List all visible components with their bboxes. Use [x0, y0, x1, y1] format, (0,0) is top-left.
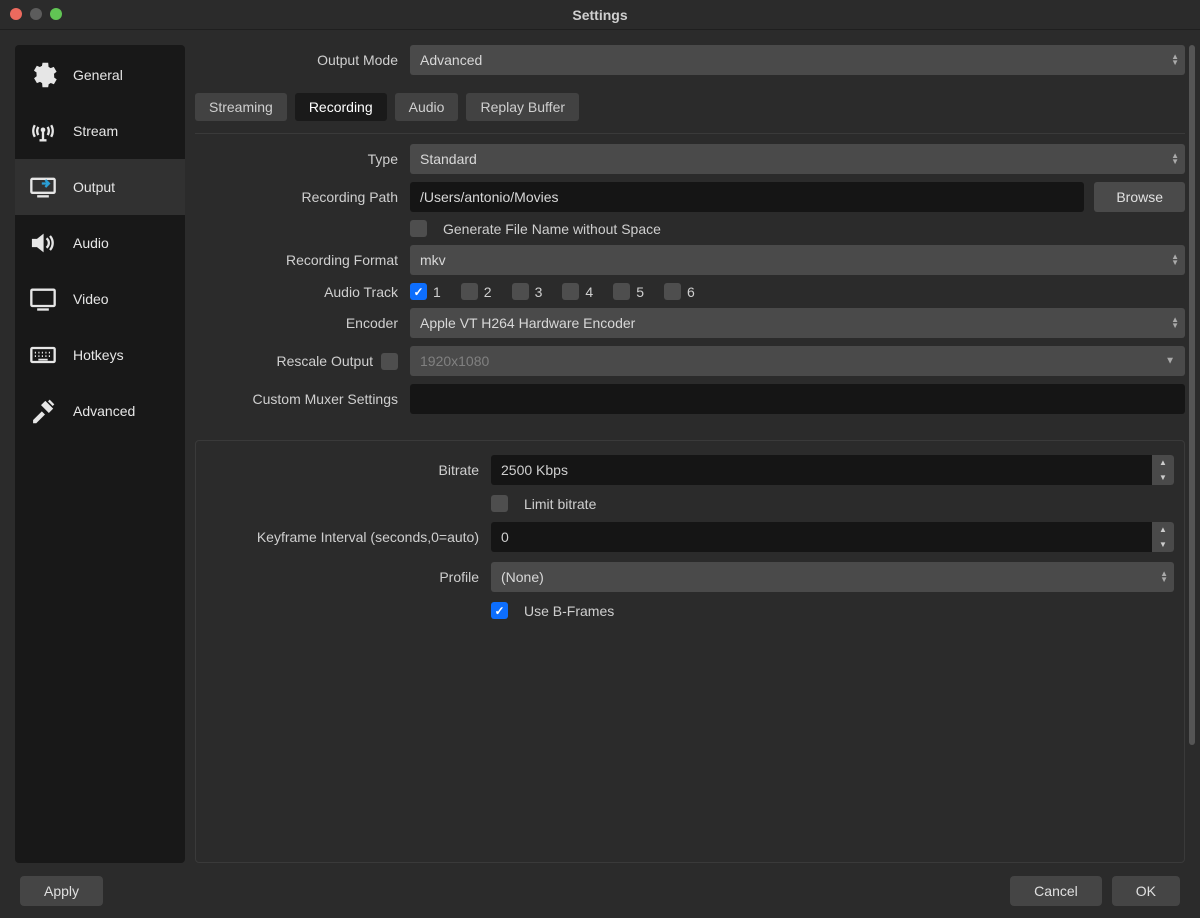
- gear-icon: [27, 61, 59, 89]
- audio-track-3-checkbox[interactable]: [512, 283, 529, 300]
- updown-arrows-icon: ▲▼: [1171, 54, 1179, 66]
- titlebar: Settings: [0, 0, 1200, 30]
- encoder-label: Encoder: [195, 315, 410, 331]
- updown-arrows-icon: ▲▼: [1171, 254, 1179, 266]
- updown-arrows-icon: ▲▼: [1171, 153, 1179, 165]
- tab-audio[interactable]: Audio: [395, 93, 459, 121]
- audio-track-1-checkbox[interactable]: [410, 283, 427, 300]
- audio-track-label: Audio Track: [195, 284, 410, 300]
- sidebar-item-label: Stream: [73, 123, 118, 139]
- sidebar-item-general[interactable]: General: [15, 47, 185, 103]
- audio-track-4-checkbox[interactable]: [562, 283, 579, 300]
- spinner-arrows-icon[interactable]: ▲▼: [1152, 522, 1174, 552]
- profile-select[interactable]: (None) ▲▼: [491, 562, 1174, 592]
- rescale-output-checkbox[interactable]: [381, 353, 398, 370]
- ok-button[interactable]: OK: [1112, 876, 1180, 906]
- limit-bitrate-checkbox[interactable]: [491, 495, 508, 512]
- use-bframes-label: Use B-Frames: [524, 603, 614, 619]
- rescale-output-select[interactable]: 1920x1080 ▼: [410, 346, 1185, 376]
- footer: Apply Cancel OK: [0, 863, 1200, 918]
- tools-icon: [27, 397, 59, 425]
- tab-streaming[interactable]: Streaming: [195, 93, 287, 121]
- sidebar-item-label: Output: [73, 179, 115, 195]
- output-tabs: Streaming Recording Audio Replay Buffer: [195, 93, 1185, 121]
- sidebar-item-advanced[interactable]: Advanced: [15, 383, 185, 439]
- recording-type-select[interactable]: Standard ▲▼: [410, 144, 1185, 174]
- sidebar-item-label: Video: [73, 291, 109, 307]
- sidebar-item-hotkeys[interactable]: Hotkeys: [15, 327, 185, 383]
- sidebar-item-stream[interactable]: Stream: [15, 103, 185, 159]
- audio-track-2-checkbox[interactable]: [461, 283, 478, 300]
- monitor-icon: [27, 285, 59, 313]
- sidebar-item-video[interactable]: Video: [15, 271, 185, 327]
- recording-path-label: Recording Path: [195, 189, 410, 205]
- zoom-window-button[interactable]: [50, 8, 62, 20]
- profile-label: Profile: [206, 569, 491, 585]
- use-bframes-checkbox[interactable]: [491, 602, 508, 619]
- tab-replay-buffer[interactable]: Replay Buffer: [466, 93, 579, 121]
- settings-sidebar: General Stream Output Audio Video: [15, 45, 185, 863]
- recording-format-label: Recording Format: [195, 252, 410, 268]
- limit-bitrate-label: Limit bitrate: [524, 496, 596, 512]
- sidebar-item-label: Advanced: [73, 403, 135, 419]
- updown-arrows-icon: ▲▼: [1160, 571, 1168, 583]
- keyboard-icon: [27, 341, 59, 369]
- sidebar-item-output[interactable]: Output: [15, 159, 185, 215]
- rescale-output-label: Rescale Output: [277, 353, 374, 369]
- type-label: Type: [195, 151, 410, 167]
- keyframe-interval-label: Keyframe Interval (seconds,0=auto): [206, 529, 491, 545]
- keyframe-interval-input[interactable]: 0 ▲▼: [491, 522, 1174, 552]
- chevron-down-icon: ▼: [1165, 356, 1175, 367]
- sidebar-item-label: General: [73, 67, 123, 83]
- main-content: Output Mode Advanced ▲▼ Streaming Record…: [195, 45, 1185, 863]
- scrollbar[interactable]: [1189, 45, 1195, 745]
- close-window-button[interactable]: [10, 8, 22, 20]
- encoder-select[interactable]: Apple VT H264 Hardware Encoder ▲▼: [410, 308, 1185, 338]
- cancel-button[interactable]: Cancel: [1010, 876, 1102, 906]
- sidebar-item-label: Audio: [73, 235, 109, 251]
- updown-arrows-icon: ▲▼: [1171, 317, 1179, 329]
- generate-filename-label: Generate File Name without Space: [443, 221, 661, 237]
- encoder-settings-box: Bitrate 2500 Kbps ▲▼ Limit bitrate Keyfr…: [195, 440, 1185, 863]
- spinner-arrows-icon[interactable]: ▲▼: [1152, 455, 1174, 485]
- custom-muxer-input[interactable]: [410, 384, 1185, 414]
- custom-muxer-label: Custom Muxer Settings: [195, 391, 410, 407]
- output-icon: [27, 173, 59, 201]
- antenna-icon: [27, 117, 59, 145]
- tab-recording[interactable]: Recording: [295, 93, 387, 121]
- audio-track-6-checkbox[interactable]: [664, 283, 681, 300]
- minimize-window-button[interactable]: [30, 8, 42, 20]
- recording-format-select[interactable]: mkv ▲▼: [410, 245, 1185, 275]
- generate-filename-checkbox[interactable]: [410, 220, 427, 237]
- bitrate-label: Bitrate: [206, 462, 491, 478]
- sidebar-item-label: Hotkeys: [73, 347, 124, 363]
- browse-button[interactable]: Browse: [1094, 182, 1185, 212]
- bitrate-input[interactable]: 2500 Kbps ▲▼: [491, 455, 1174, 485]
- output-mode-select[interactable]: Advanced ▲▼: [410, 45, 1185, 75]
- window-title: Settings: [572, 7, 627, 23]
- audio-track-5-checkbox[interactable]: [613, 283, 630, 300]
- apply-button[interactable]: Apply: [20, 876, 103, 906]
- window-controls: [10, 8, 62, 20]
- recording-path-input[interactable]: /Users/antonio/Movies: [410, 182, 1084, 212]
- output-mode-label: Output Mode: [195, 52, 410, 68]
- speaker-icon: [27, 229, 59, 257]
- sidebar-item-audio[interactable]: Audio: [15, 215, 185, 271]
